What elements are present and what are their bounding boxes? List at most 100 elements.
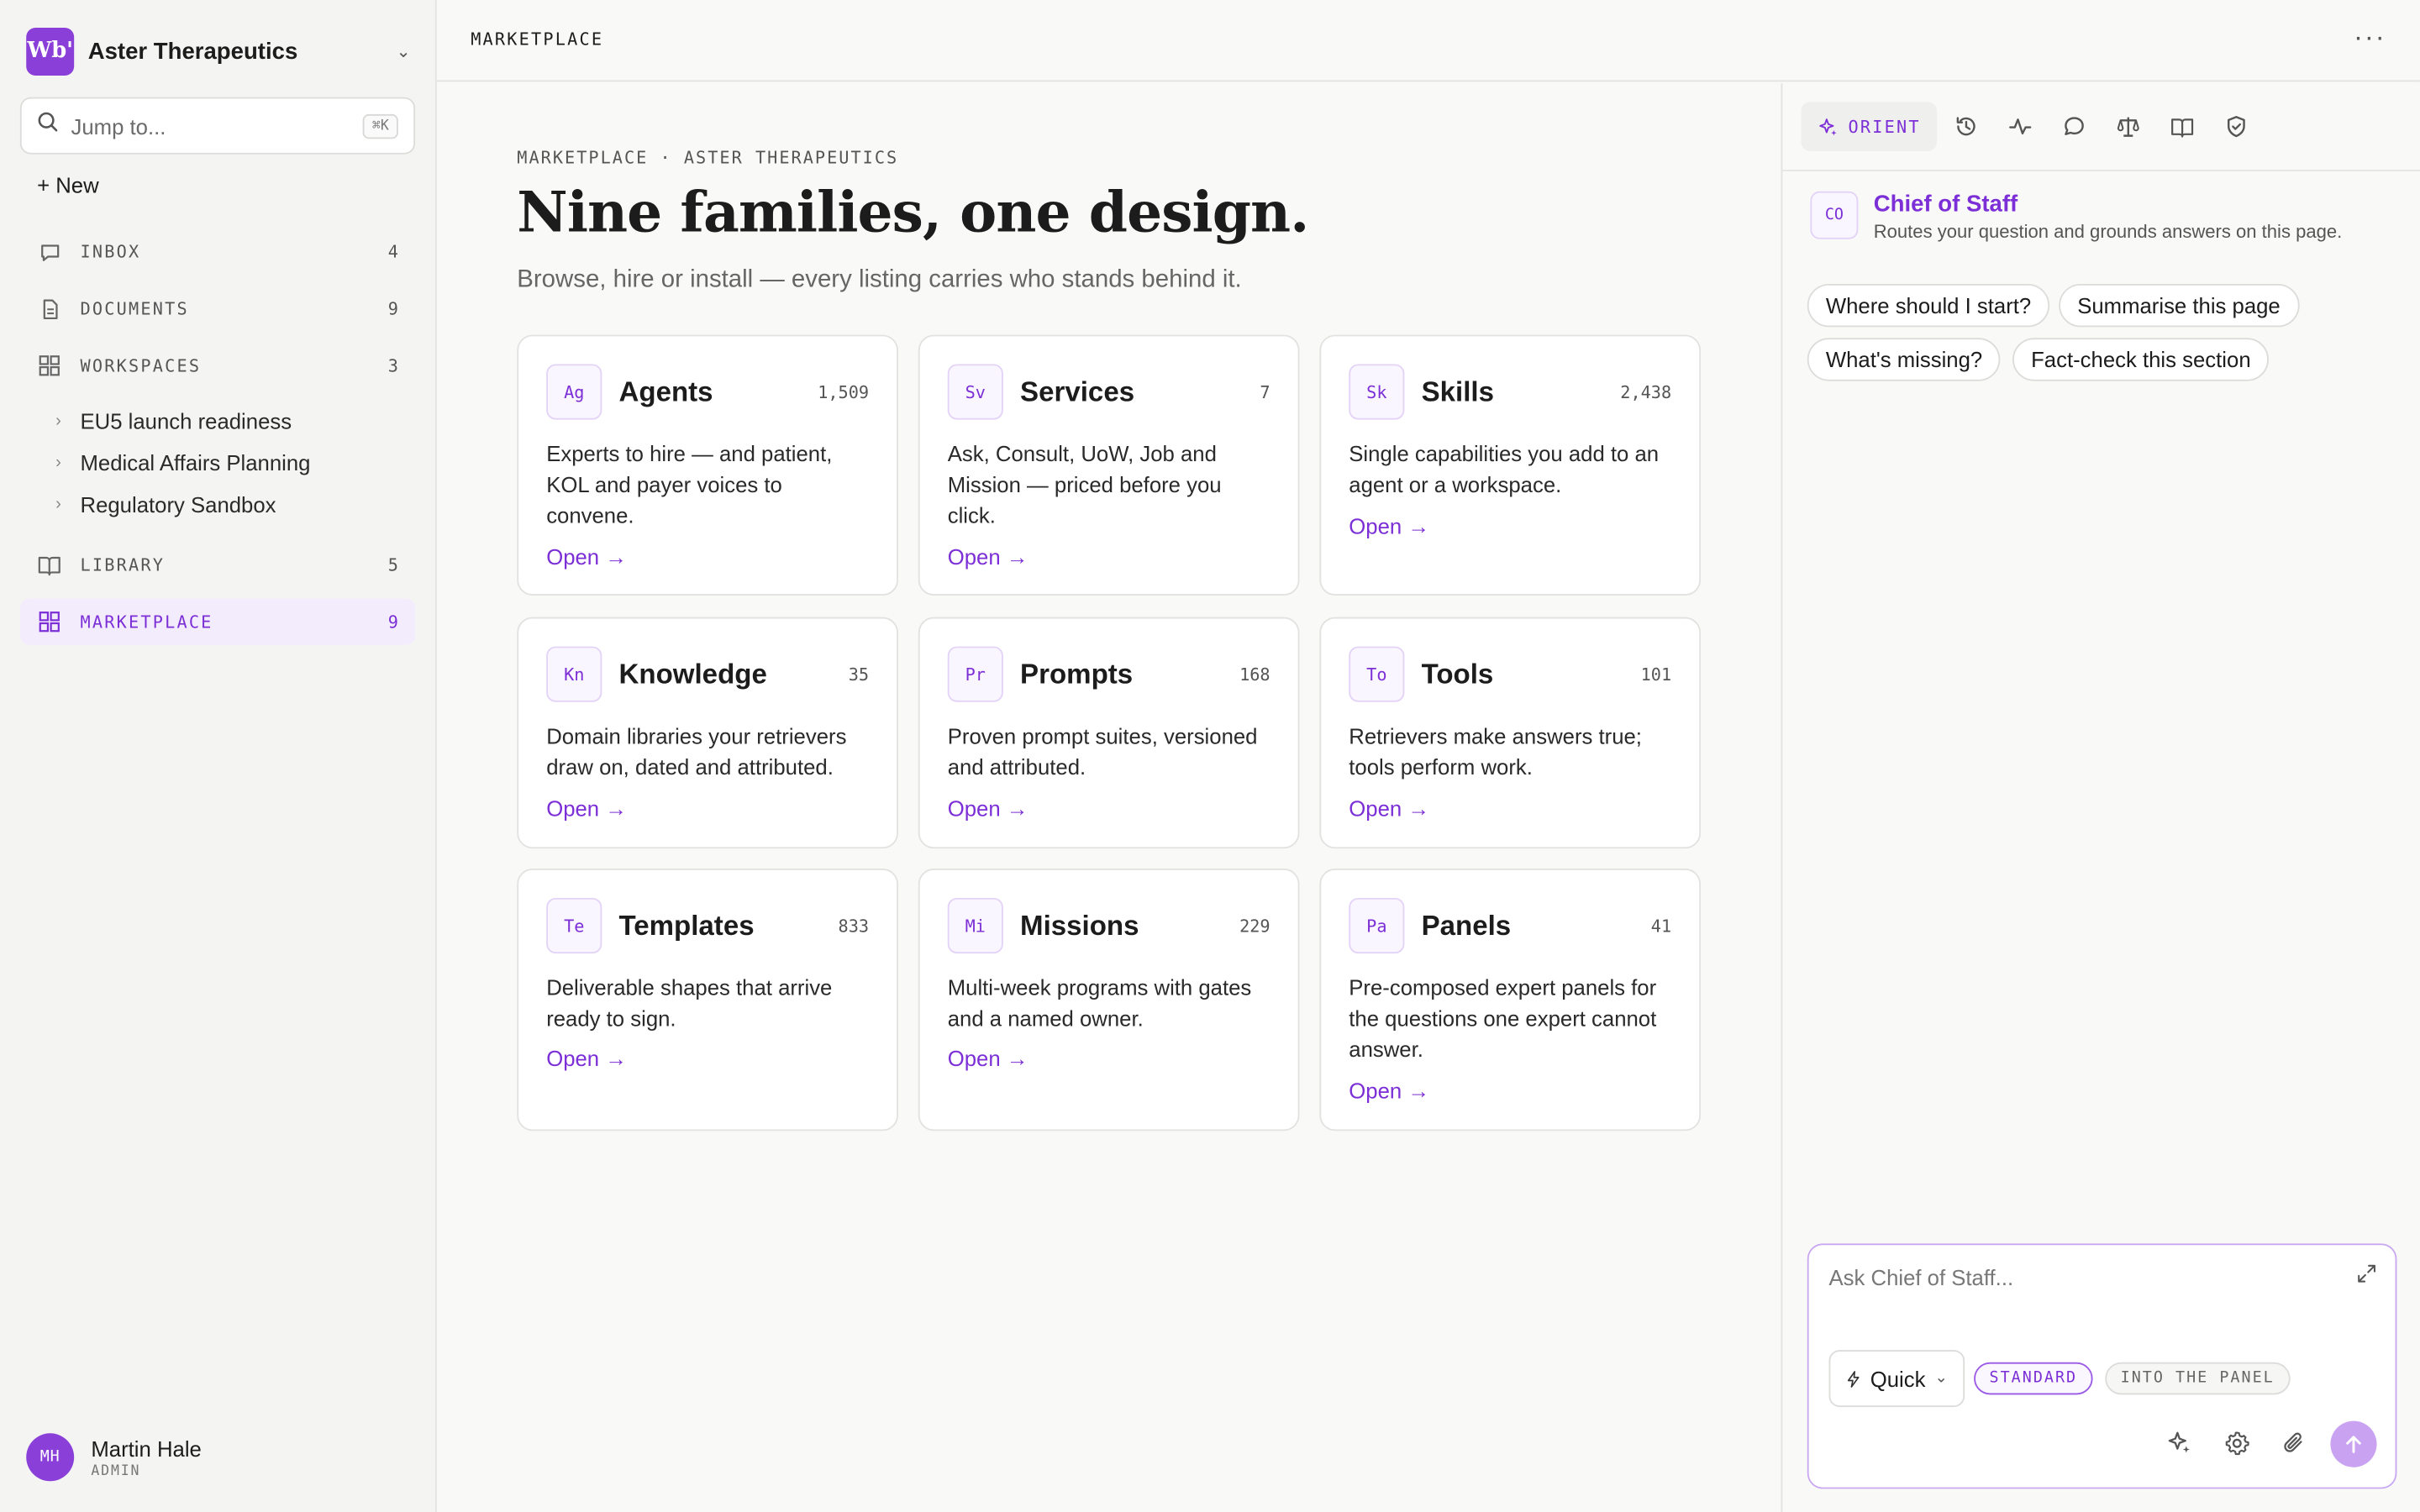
org-logo: Wb' — [26, 27, 75, 76]
chat-icon[interactable] — [2060, 113, 2088, 140]
card-badge: Pr — [947, 646, 1003, 702]
tab-label: ORIENT — [1848, 116, 1921, 137]
workspace-label: Medical Affairs Planning — [80, 450, 311, 475]
breadcrumb: MARKETPLACE — [471, 29, 604, 50]
card-count: 168 — [1239, 664, 1270, 685]
lightning-icon — [1847, 1370, 1860, 1387]
family-card-knowledge[interactable]: Kn Knowledge 35 Domain libraries your re… — [517, 617, 898, 849]
sparkle-icon — [1818, 118, 1836, 135]
card-badge: Sk — [1349, 364, 1405, 420]
card-open-link[interactable]: Open → — [948, 796, 1028, 821]
workspace-item[interactable]: › Medical Affairs Planning — [55, 450, 310, 475]
card-count: 833 — [838, 916, 870, 937]
sparkle-icon[interactable] — [2165, 1429, 2193, 1457]
org-switcher[interactable]: Wb' Aster Therapeutics ⌄ — [26, 26, 411, 76]
grid-icon — [37, 609, 61, 633]
into-panel-pill[interactable]: INTO THE PANEL — [2105, 1362, 2291, 1395]
sidebar-item-inbox[interactable]: INBOX 4 — [20, 228, 415, 275]
card-open-link[interactable]: Open → — [948, 544, 1028, 569]
sidebar-item-count: 5 — [387, 554, 398, 575]
chat-bubble-icon — [37, 239, 61, 264]
card-description: Retrievers make answers true; tools perf… — [1349, 723, 1642, 780]
avatar: MH — [26, 1433, 75, 1482]
ask-input[interactable]: Ask Chief of Staff... — [1828, 1265, 2338, 1289]
shield-check-icon[interactable] — [2223, 113, 2250, 140]
suggestion-chip[interactable]: Where should I start? — [1807, 283, 2050, 328]
activity-icon[interactable] — [2007, 113, 2034, 140]
scale-icon[interactable] — [2114, 113, 2142, 140]
chevron-right-icon: › — [55, 412, 61, 431]
family-card-agents[interactable]: Ag Agents 1,509 Experts to hire — and pa… — [517, 334, 898, 596]
agent-name[interactable]: Chief of Staff — [1874, 192, 2342, 218]
sidebar-item-workspaces[interactable]: WORKSPACES 3 — [20, 343, 415, 389]
card-title: Templates — [618, 910, 755, 942]
card-description: Proven prompt suites, versioned and attr… — [947, 723, 1258, 780]
assistant-panel: ORIENT CO Chief of Staff Routes your que… — [1781, 83, 2420, 1512]
agent-header: CO Chief of Staff Routes your question a… — [1810, 191, 2342, 242]
workspace-label: EU5 launch readiness — [80, 408, 292, 434]
chevron-down-icon[interactable]: ⌄ — [397, 41, 411, 61]
new-button[interactable]: + New — [37, 173, 99, 197]
page-eyebrow: MARKETPLACE · ASTER THERAPEUTICS — [517, 148, 899, 169]
org-name: Aster Therapeutics — [87, 37, 298, 65]
card-title: Knowledge — [618, 659, 767, 690]
sidebar-item-count: 9 — [387, 612, 398, 633]
paperclip-icon[interactable] — [2280, 1429, 2307, 1457]
tab-orient[interactable]: ORIENT — [1801, 102, 1938, 151]
sidebar-item-library[interactable]: LIBRARY 5 — [20, 542, 415, 588]
standard-pill[interactable]: STANDARD — [1974, 1362, 2093, 1395]
card-description: Multi-week programs with gates and a nam… — [947, 974, 1252, 1031]
suggestion-chip[interactable]: Fact-check this section — [2012, 338, 2270, 381]
family-card-templates[interactable]: Te Templates 833 Deliverable shapes that… — [517, 869, 898, 1131]
gear-icon[interactable] — [2223, 1429, 2250, 1457]
panel-tabs: ORIENT — [1782, 83, 2420, 171]
sidebar-item-documents[interactable]: DOCUMENTS 9 — [20, 286, 415, 332]
card-title: Services — [1020, 376, 1135, 407]
family-card-prompts[interactable]: Pr Prompts 168 Proven prompt suites, ver… — [918, 617, 1300, 849]
card-open-link[interactable]: Open → — [1349, 796, 1429, 821]
send-button[interactable] — [2330, 1420, 2377, 1467]
more-options-icon[interactable]: ··· — [2354, 22, 2386, 55]
card-badge: Mi — [947, 897, 1003, 954]
chevron-right-icon: › — [55, 495, 61, 514]
expand-icon[interactable] — [2357, 1263, 2377, 1291]
workspace-item[interactable]: › EU5 launch readiness — [55, 409, 292, 433]
jump-to-search[interactable]: Jump to... ⌘K — [19, 97, 416, 155]
workspace-item[interactable]: › Regulatory Sandbox — [55, 492, 276, 517]
card-badge: Sv — [947, 364, 1003, 420]
user-profile[interactable]: MH Martin Hale ADMIN — [26, 1433, 202, 1482]
card-open-link[interactable]: Open → — [546, 796, 627, 821]
card-open-link[interactable]: Open → — [948, 1046, 1028, 1070]
family-card-services[interactable]: Sv Services 7 Ask, Consult, UoW, Job and… — [918, 334, 1300, 596]
book-icon[interactable] — [2169, 113, 2196, 140]
history-icon[interactable] — [1952, 113, 1980, 140]
card-open-link[interactable]: Open → — [546, 1046, 627, 1070]
sidebar-item-label: INBOX — [80, 241, 141, 262]
search-icon — [37, 111, 59, 140]
card-description: Domain libraries your retrievers draw on… — [546, 723, 847, 780]
card-description: Ask, Consult, UoW, Job and Mission — pri… — [947, 441, 1222, 528]
composer: Ask Chief of Staff... Quick ⌄ STANDARD I… — [1807, 1243, 2397, 1489]
card-description: Pre-composed expert panels for the quest… — [1349, 974, 1657, 1062]
search-input[interactable]: Jump to... — [71, 113, 362, 138]
card-open-link[interactable]: Open → — [1349, 1079, 1429, 1103]
card-count: 41 — [1650, 916, 1672, 937]
card-open-link[interactable]: Open → — [1349, 514, 1429, 538]
family-card-skills[interactable]: Sk Skills 2,438 Single capabilities you … — [1319, 334, 1702, 596]
sidebar-item-count: 3 — [387, 355, 398, 376]
suggestion-chip[interactable]: What's missing? — [1807, 338, 2002, 381]
suggestion-chip[interactable]: Summarise this page — [2059, 283, 2299, 328]
mode-label: Quick — [1870, 1366, 1926, 1391]
sidebar-item-label: DOCUMENTS — [80, 298, 189, 319]
card-title: Panels — [1421, 910, 1512, 942]
card-description: Experts to hire — and patient, KOL and p… — [546, 441, 833, 528]
arrow-up-icon — [2346, 1436, 2361, 1453]
mode-select[interactable]: Quick ⌄ — [1828, 1350, 1965, 1408]
family-card-missions[interactable]: Mi Missions 229 Multi-week programs with… — [918, 869, 1300, 1131]
grid-icon — [37, 354, 61, 378]
family-card-tools[interactable]: To Tools 101 Retrievers make answers tru… — [1319, 617, 1702, 849]
card-open-link[interactable]: Open → — [546, 544, 627, 569]
agent-badge: CO — [1810, 191, 1859, 239]
family-card-panels[interactable]: Pa Panels 41 Pre-composed expert panels … — [1319, 869, 1702, 1131]
sidebar-item-marketplace[interactable]: MARKETPLACE 9 — [19, 598, 416, 645]
